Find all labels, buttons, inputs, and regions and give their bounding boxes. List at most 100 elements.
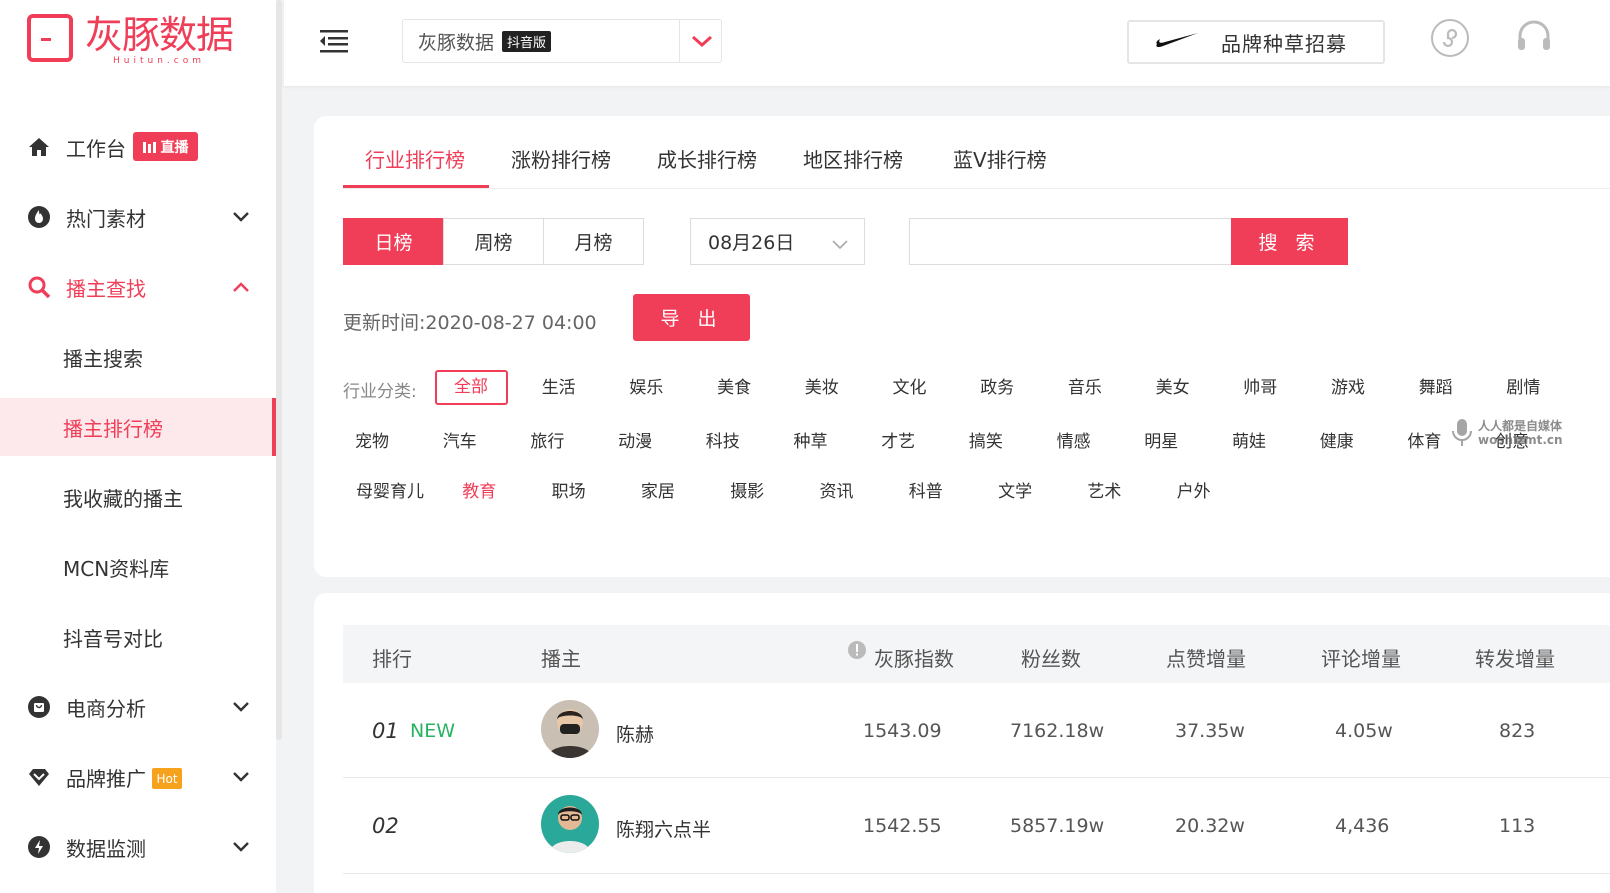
sub-anchor-search[interactable]: 播主搜索 xyxy=(0,328,276,386)
th-rank: 排行 xyxy=(372,647,412,671)
category-row2-2[interactable]: 旅行 xyxy=(507,427,587,452)
th-fans[interactable]: 粉丝数 xyxy=(1021,643,1081,672)
rank-number: 01 xyxy=(372,719,399,743)
category-row3-4[interactable]: 摄影 xyxy=(707,477,787,502)
period-monthly[interactable]: 月榜 xyxy=(543,218,644,265)
brand-recruit-button[interactable]: 品牌种草招募 xyxy=(1127,20,1385,64)
category-row2-9[interactable]: 明星 xyxy=(1121,427,1201,452)
category-row2-5[interactable]: 种草 xyxy=(771,427,851,452)
anchor-name[interactable]: 陈赫 xyxy=(616,720,654,747)
mini-program-icon[interactable] xyxy=(1430,18,1470,58)
category-row1-9[interactable]: 帅哥 xyxy=(1220,373,1300,398)
date-select[interactable]: 08月26日 xyxy=(690,218,865,265)
category-row1-5[interactable]: 文化 xyxy=(870,373,950,398)
menu-collapse-icon[interactable] xyxy=(320,28,348,54)
tab-industry[interactable]: 行业排行榜 xyxy=(365,144,465,173)
category-row1-10[interactable]: 游戏 xyxy=(1308,373,1388,398)
category-row3-6[interactable]: 科普 xyxy=(886,477,966,502)
category-row2-6[interactable]: 才艺 xyxy=(858,427,938,452)
category-row3-9[interactable]: 户外 xyxy=(1154,477,1234,502)
sub-anchor-ranking[interactable]: 播主排行榜 xyxy=(0,398,276,456)
category-row1-0[interactable]: 全部 xyxy=(434,370,508,405)
category-row3-0[interactable]: 母婴育儿 xyxy=(350,477,430,502)
microphone-icon xyxy=(1452,419,1472,446)
likes-growth-value: 20.32w xyxy=(1175,815,1245,837)
category-row1-7[interactable]: 音乐 xyxy=(1045,373,1125,398)
chevron-down-icon[interactable] xyxy=(690,31,714,55)
category-row1-4[interactable]: 美妆 xyxy=(782,373,862,398)
update-time-value: 2020-08-27 04:00 xyxy=(425,312,597,334)
anchor-name[interactable]: 陈翔六点半 xyxy=(616,815,711,842)
category-row3-7[interactable]: 文学 xyxy=(975,477,1055,502)
sub-account-compare[interactable]: 抖音号对比 xyxy=(0,608,276,666)
th-huitun-index[interactable]: 灰豚指数 xyxy=(874,643,954,672)
sub-mcn-library[interactable]: MCN资料库 xyxy=(0,538,276,596)
app-tag: 抖音版 xyxy=(502,30,552,52)
home-icon xyxy=(27,135,51,159)
logo[interactable]: 灰豚数据 Huitun.com xyxy=(27,14,234,66)
th-shares-growth[interactable]: 转发增量 xyxy=(1475,643,1555,672)
nav-anchor-find[interactable]: 播主查找 xyxy=(0,258,276,316)
category-row3-8[interactable]: 艺术 xyxy=(1064,477,1144,502)
nav-data-monitor[interactable]: 数据监测 xyxy=(0,818,276,876)
category-row1-8[interactable]: 美女 xyxy=(1133,373,1213,398)
chevron-down-icon xyxy=(232,838,250,856)
category-row1-12[interactable]: 剧情 xyxy=(1483,373,1563,398)
category-row3-3[interactable]: 家居 xyxy=(618,477,698,502)
chevron-down-icon xyxy=(232,768,250,786)
tab-region[interactable]: 地区排行榜 xyxy=(803,144,903,173)
app-version-select[interactable]: 灰豚数据 抖音版 xyxy=(402,19,722,63)
filter-panel: 行业排行榜 涨粉排行榜 成长排行榜 地区排行榜 蓝V排行榜 日榜 周榜 月榜 0… xyxy=(314,116,1610,577)
likes-growth-value: 37.35w xyxy=(1175,720,1245,742)
nav-workbench[interactable]: 工作台 直播 xyxy=(0,118,276,176)
category-row2-7[interactable]: 搞笑 xyxy=(946,427,1026,452)
info-icon[interactable] xyxy=(847,640,867,665)
category-row1-11[interactable]: 舞蹈 xyxy=(1396,373,1476,398)
category-row3-5[interactable]: 资讯 xyxy=(797,477,877,502)
th-likes-growth[interactable]: 点赞增量 xyxy=(1166,643,1246,672)
sub-favorite-anchors[interactable]: 我收藏的播主 xyxy=(0,468,276,526)
huitun-index-value: 1542.55 xyxy=(863,815,942,837)
avatar[interactable] xyxy=(541,700,599,758)
tab-growth[interactable]: 成长排行榜 xyxy=(657,144,757,173)
category-row3-1[interactable]: 教育 xyxy=(439,477,519,502)
table-row[interactable]: 02 陈翔六点半 1542.55 5857.19w 20.32w 4,436 1… xyxy=(343,779,1610,874)
export-button[interactable]: 导 出 xyxy=(633,294,750,341)
nav-ecommerce[interactable]: 电商分析 xyxy=(0,678,276,736)
search-button[interactable]: 搜 索 xyxy=(1231,218,1348,265)
shares-growth-value: 823 xyxy=(1499,720,1536,742)
tab-blue-v[interactable]: 蓝V排行榜 xyxy=(953,144,1047,173)
category-row1-2[interactable]: 娱乐 xyxy=(606,373,686,398)
period-daily[interactable]: 日榜 xyxy=(343,218,444,265)
category-row2-10[interactable]: 萌娃 xyxy=(1209,427,1289,452)
chevron-down-icon xyxy=(832,233,848,255)
category-row2-0[interactable]: 宠物 xyxy=(332,427,412,452)
nav-hot-material[interactable]: 热门素材 xyxy=(0,188,276,246)
customer-service-icon[interactable] xyxy=(1514,18,1554,58)
search-input[interactable] xyxy=(909,218,1231,265)
category-row2-1[interactable]: 汽车 xyxy=(420,427,500,452)
watermark-line2: woshizmt.cn xyxy=(1478,433,1563,447)
avatar[interactable] xyxy=(541,795,599,853)
category-row2-11[interactable]: 健康 xyxy=(1297,427,1377,452)
sidebar-scrollbar[interactable] xyxy=(276,0,282,740)
category-row2-8[interactable]: 情感 xyxy=(1034,427,1114,452)
period-weekly[interactable]: 周榜 xyxy=(443,218,544,265)
category-row1-6[interactable]: 政务 xyxy=(957,373,1037,398)
table-header: 排行 播主 灰豚指数 粉丝数 点赞增量 评论增量 转发增量 xyxy=(343,625,1610,683)
chevron-up-icon xyxy=(232,278,250,296)
nike-swoosh-icon xyxy=(1155,32,1199,52)
huitun-index-value: 1543.09 xyxy=(863,720,942,742)
tab-fans-growth[interactable]: 涨粉排行榜 xyxy=(511,144,611,173)
category-row1-3[interactable]: 美食 xyxy=(694,373,774,398)
search-icon xyxy=(27,275,51,299)
category-row1-1[interactable]: 生活 xyxy=(519,373,599,398)
live-badge: 直播 xyxy=(133,132,198,161)
category-row2-3[interactable]: 动漫 xyxy=(595,427,675,452)
category-row3-2[interactable]: 职场 xyxy=(529,477,609,502)
shares-growth-value: 113 xyxy=(1499,815,1536,837)
category-row2-4[interactable]: 科技 xyxy=(683,427,763,452)
nav-brand-promo[interactable]: 品牌推广 Hot xyxy=(0,748,276,806)
th-comments-growth[interactable]: 评论增量 xyxy=(1321,643,1401,672)
table-row[interactable]: 01 NEW 陈赫 1543.09 7162.18w 37.35w 4.05w … xyxy=(343,683,1610,778)
